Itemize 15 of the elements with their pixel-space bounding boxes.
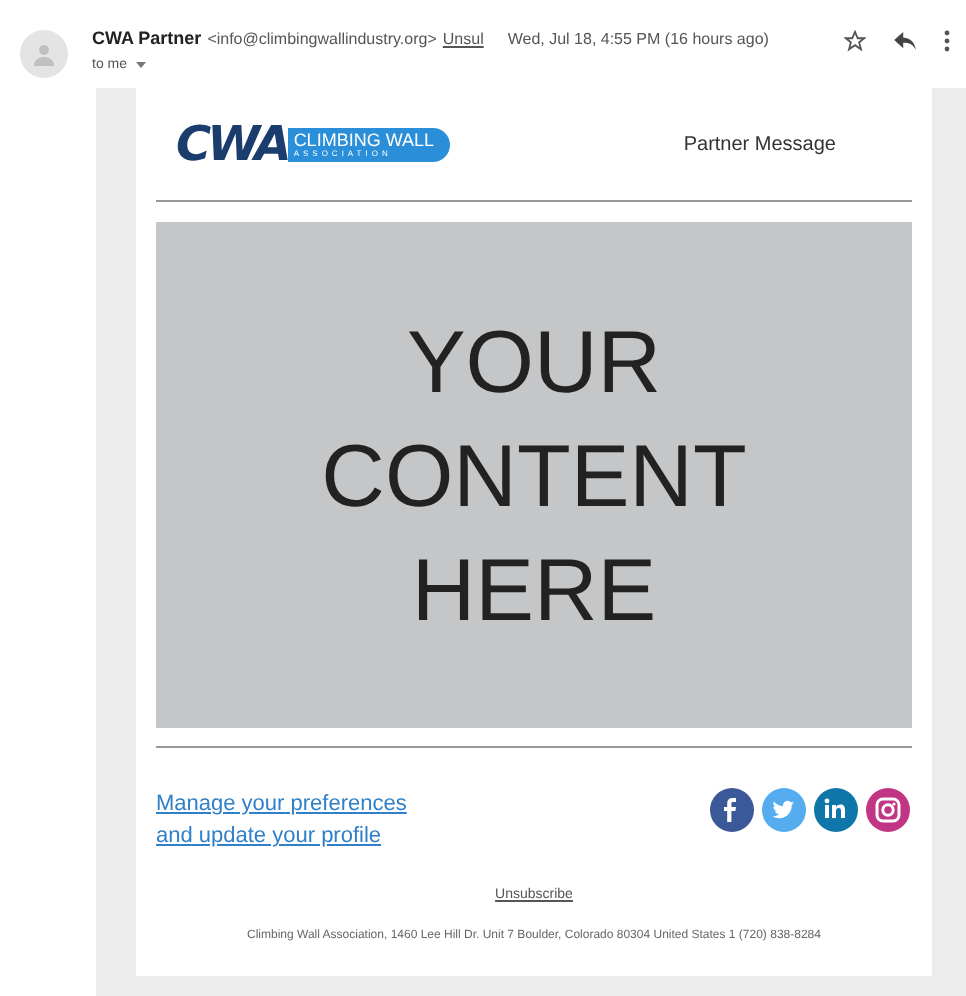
- message-title: Partner Message: [683, 131, 836, 159]
- caret-icon[interactable]: [135, 62, 146, 69]
- facebook-icon[interactable]: [710, 788, 754, 832]
- more-icon[interactable]: [944, 30, 950, 52]
- sender-email: <info@climbingwallindustry.org>: [207, 28, 437, 52]
- avatar-icon: [20, 30, 68, 78]
- email-date: Wed, Jul 18, 4:55 PM (16 hours ago): [507, 28, 769, 52]
- reply-icon[interactable]: [894, 32, 916, 50]
- sender-name: CWA Partner: [92, 26, 202, 52]
- camera-icon[interactable]: [866, 788, 910, 832]
- linkedin-icon[interactable]: [814, 788, 858, 832]
- unsubscribe-link[interactable]: Unsul: [442, 28, 484, 52]
- placeholder-text: YOUR CONTENT HERE: [321, 312, 747, 644]
- star-icon[interactable]: [844, 30, 866, 52]
- preferences-link[interactable]: Manage your preferences and update your profile: [156, 788, 407, 852]
